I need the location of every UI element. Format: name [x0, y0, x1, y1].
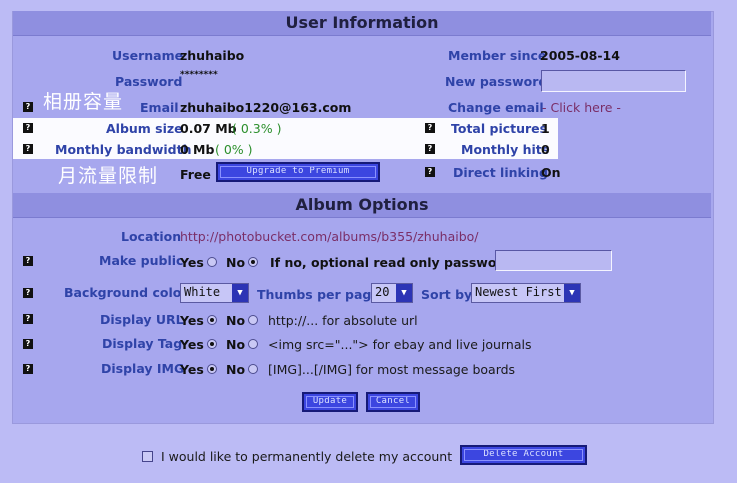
display-img-description: [IMG]...[/IMG] for most message boards [268, 362, 516, 377]
update-button[interactable]: Update [302, 392, 358, 412]
album-size-percent: ( 0.3% ) [232, 121, 282, 136]
email-label: Email [140, 100, 179, 115]
chevron-down-icon: ▼ [232, 284, 248, 302]
monthly-bandwidth-label: Monthly bandwidth [55, 142, 192, 157]
album-options-heading: Album Options [13, 193, 711, 217]
display-tag-yes-radio[interactable] [207, 339, 217, 349]
password-label: Password [115, 74, 183, 89]
header-divider [13, 217, 711, 218]
help-icon[interactable]: ? [23, 256, 33, 266]
member-since-label: Member since [448, 48, 547, 63]
display-tag-yes-label: Yes [180, 337, 204, 352]
delete-account-label: I would like to permanently delete my ac… [161, 449, 453, 464]
help-icon[interactable]: ? [23, 314, 33, 324]
help-icon[interactable]: ? [23, 102, 33, 112]
help-icon[interactable]: ? [425, 144, 435, 154]
email-value: zhuhaibo1220@163.com [180, 100, 352, 115]
background-color-value: White [184, 285, 221, 299]
button-bevel [370, 396, 416, 408]
thumbs-per-page-value: 20 [375, 285, 390, 299]
album-size-value: 0.07 Mb [180, 121, 237, 136]
monthly-hits-label: Monthly hits [461, 142, 550, 157]
monthly-hits-value: 0 [541, 142, 550, 157]
make-public-yes-label: Yes [180, 255, 204, 270]
display-img-yes-label: Yes [180, 362, 204, 377]
read-only-password-input[interactable] [495, 250, 612, 271]
location-link[interactable]: http://photobucket.com/albums/b355/zhuha… [180, 229, 479, 244]
display-url-no-radio[interactable] [248, 315, 258, 325]
help-icon[interactable]: ? [23, 364, 33, 374]
username-value: zhuhaibo [180, 48, 245, 63]
direct-linking-label: Direct linking [453, 165, 548, 180]
display-url-yes-radio[interactable] [207, 315, 217, 325]
help-icon[interactable]: ? [425, 123, 435, 133]
button-bevel [220, 166, 376, 178]
button-bevel [306, 396, 354, 408]
display-img-yes-radio[interactable] [207, 364, 217, 374]
cancel-button[interactable]: Cancel [366, 392, 420, 412]
thumbs-per-page-select[interactable]: 20 ▼ [371, 283, 413, 303]
delete-account-checkbox[interactable] [142, 451, 153, 462]
make-public-yes-radio[interactable] [207, 257, 217, 267]
new-password-label: New password [445, 74, 548, 89]
display-url-description: http://... for absolute url [268, 313, 418, 328]
header-divider [13, 35, 711, 36]
help-icon[interactable]: ? [23, 339, 33, 349]
chevron-down-icon: ▼ [564, 284, 580, 302]
chevron-down-icon: ▼ [396, 284, 412, 302]
new-password-input[interactable] [541, 70, 686, 92]
account-type-value: Free [180, 167, 211, 182]
total-pictures-value: 1 [541, 121, 550, 136]
total-pictures-label: Total pictures [451, 121, 548, 136]
help-icon[interactable]: ? [23, 123, 33, 133]
display-url-no-label: No [226, 313, 246, 328]
sort-by-label: Sort by [421, 287, 473, 302]
sort-by-value: Newest First [475, 285, 562, 299]
display-url-yes-label: Yes [180, 313, 204, 328]
optional-password-label: If no, optional read only password: [270, 255, 517, 270]
sort-by-select[interactable]: Newest First ▼ [471, 283, 581, 303]
display-img-no-radio[interactable] [248, 364, 258, 374]
help-icon[interactable]: ? [425, 167, 435, 177]
display-tag-no-radio[interactable] [248, 339, 258, 349]
display-img-no-label: No [226, 362, 246, 377]
album-capacity-annotation: 相册容量 [43, 91, 124, 113]
monthly-bandwidth-value: 0 Mb [180, 142, 215, 157]
monthly-bandwidth-percent: ( 0% ) [215, 142, 253, 157]
display-tag-description: <img src="..."> for ebay and live journa… [268, 337, 532, 352]
username-label: Username [112, 48, 184, 63]
password-value: ******** [180, 70, 218, 80]
display-tag-label: Display Tag [102, 336, 183, 351]
delete-account-button[interactable]: Delete Account [460, 445, 587, 465]
display-tag-no-label: No [226, 337, 246, 352]
make-public-label: Make public [99, 253, 184, 268]
album-size-label: Album size [106, 121, 183, 136]
background-color-label: Background color [64, 285, 188, 300]
make-public-no-label: No [226, 255, 246, 270]
make-public-no-radio[interactable] [248, 257, 258, 267]
help-icon[interactable]: ? [23, 144, 33, 154]
monthly-traffic-annotation: 月流量限制 [58, 165, 159, 187]
direct-linking-value: On [541, 165, 561, 180]
display-img-label: Display IMG [101, 361, 185, 376]
location-label: Location [121, 229, 182, 244]
background-color-select[interactable]: White ▼ [180, 283, 249, 303]
help-icon[interactable]: ? [23, 288, 33, 298]
button-bevel [464, 449, 583, 461]
thumbs-per-page-label: Thumbs per page [257, 287, 380, 302]
user-information-heading: User Information [13, 11, 711, 35]
display-url-label: Display URL [100, 312, 184, 327]
change-email-label: Change email [448, 100, 544, 115]
change-email-link[interactable]: - Click here - [542, 100, 621, 115]
upgrade-button[interactable]: Upgrade to Premium [216, 162, 380, 182]
member-since-value: 2005-08-14 [540, 48, 620, 63]
